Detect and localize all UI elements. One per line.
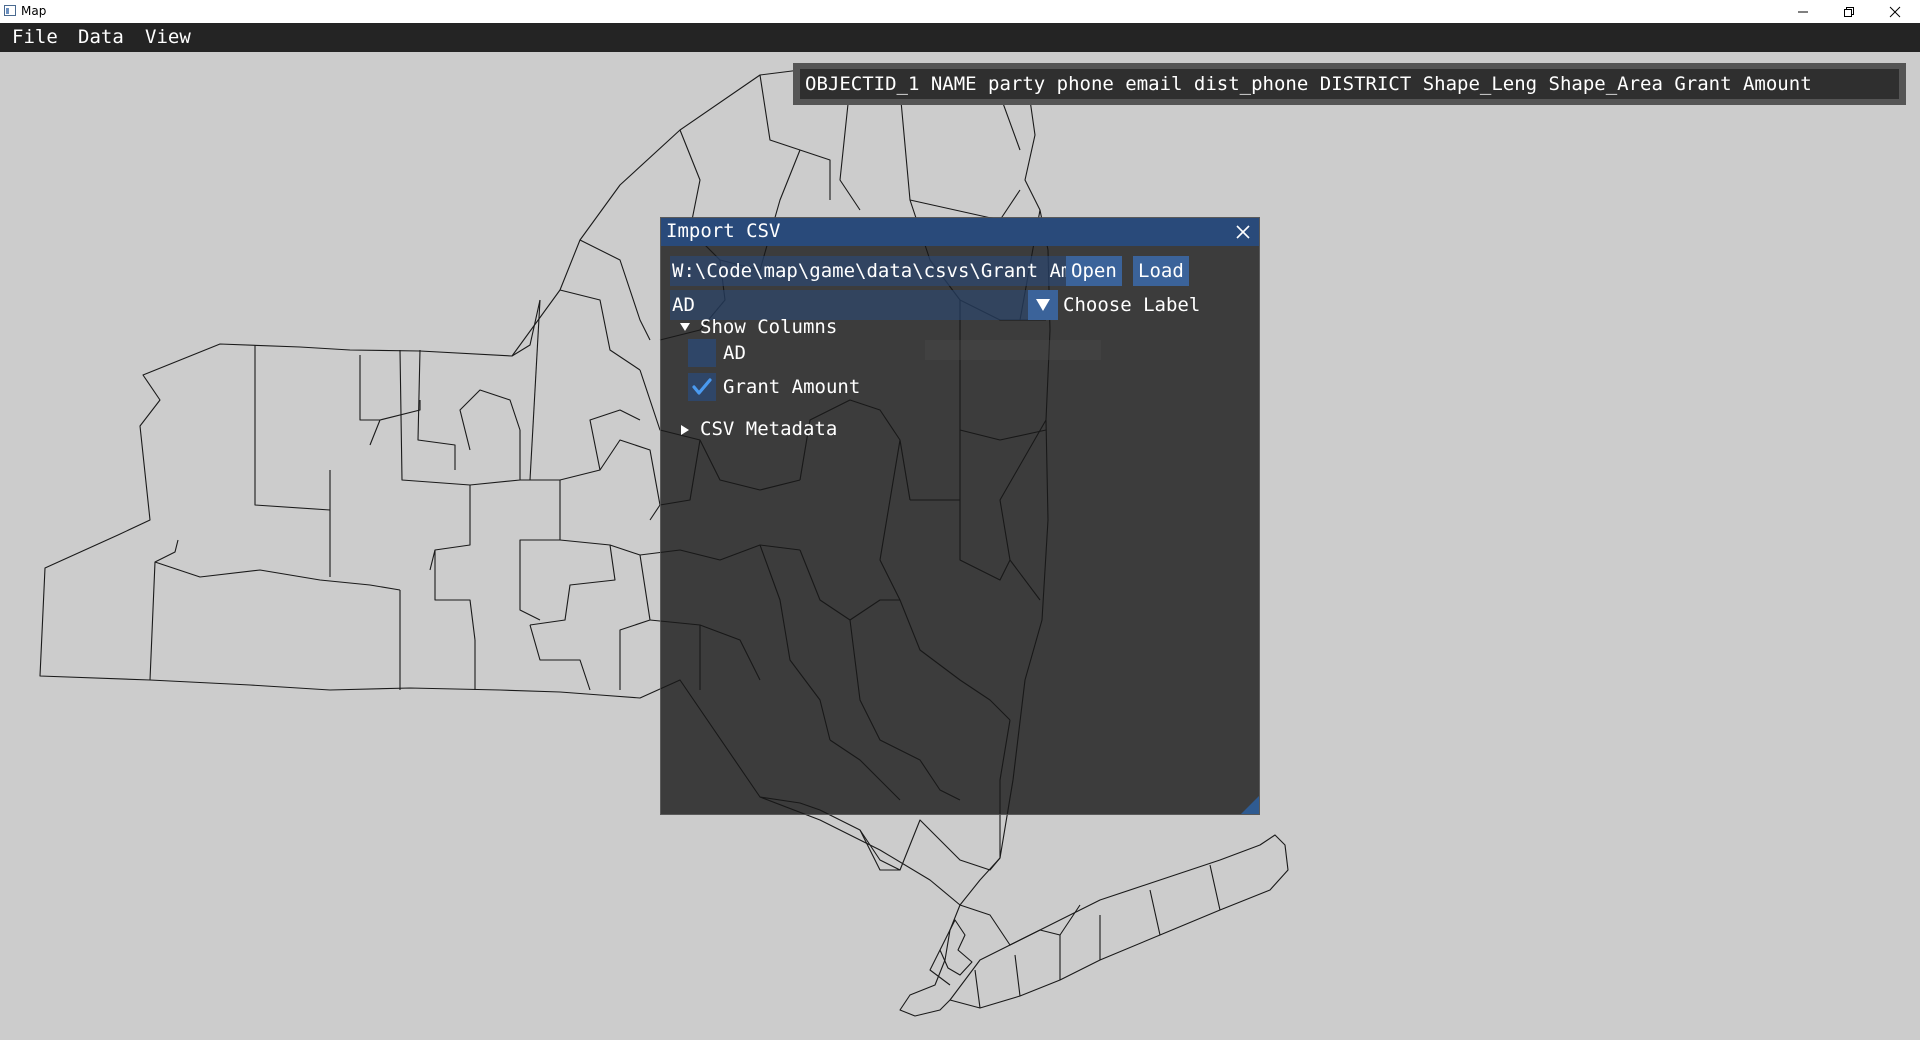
main-menu-bar: File Data View [0,23,1920,52]
restore-button[interactable] [1826,0,1872,23]
label-combo-dropdown-button[interactable] [1028,290,1058,320]
close-icon [1889,6,1901,18]
restore-icon [1844,7,1854,17]
columns-tooltip-text: OBJECTID_1 NAME party phone email dist_p… [800,69,1899,99]
tree-collapsed-icon [681,425,689,435]
resize-grip-icon[interactable] [1239,794,1259,814]
close-window-button[interactable] [1872,0,1918,23]
import-csv-title: Import CSV [666,220,781,242]
minimize-button[interactable] [1780,0,1826,23]
menu-data[interactable]: Data [76,26,126,48]
close-icon[interactable] [1233,222,1253,242]
menu-file[interactable]: File [10,26,60,48]
checkmark-icon [692,378,712,395]
triangle-down-icon [1036,299,1050,311]
choose-label-text: Choose Label [1063,294,1201,316]
tree-expanded-icon [680,323,690,331]
minimize-icon [1798,11,1808,13]
load-button[interactable]: Load [1133,256,1189,286]
import-csv-window[interactable]: Import CSV W:\Code\map\game\data\csvs\Gr… [660,217,1260,815]
os-title-bar[interactable]: Map [0,0,1920,23]
csv-metadata-label: CSV Metadata [700,418,838,440]
column-ad-checkbox[interactable] [688,339,716,367]
app-icon [4,5,16,16]
import-csv-titlebar[interactable]: Import CSV [661,218,1259,246]
columns-tooltip: OBJECTID_1 NAME party phone email dist_p… [793,63,1906,105]
map-outline-long-island [949,834,1289,1009]
csv-path-input[interactable]: W:\Code\map\game\data\csvs\Grant Amount.… [670,256,1068,286]
column-grant-amount-checkbox[interactable] [688,373,716,401]
open-button[interactable]: Open [1066,256,1122,286]
column-ad-label: AD [723,342,746,364]
window-title: Map [21,4,47,18]
menu-view[interactable]: View [143,26,193,48]
column-grant-amount-label: Grant Amount [723,376,861,398]
faint-tooltip [925,340,1101,360]
show-columns-label: Show Columns [700,316,838,338]
